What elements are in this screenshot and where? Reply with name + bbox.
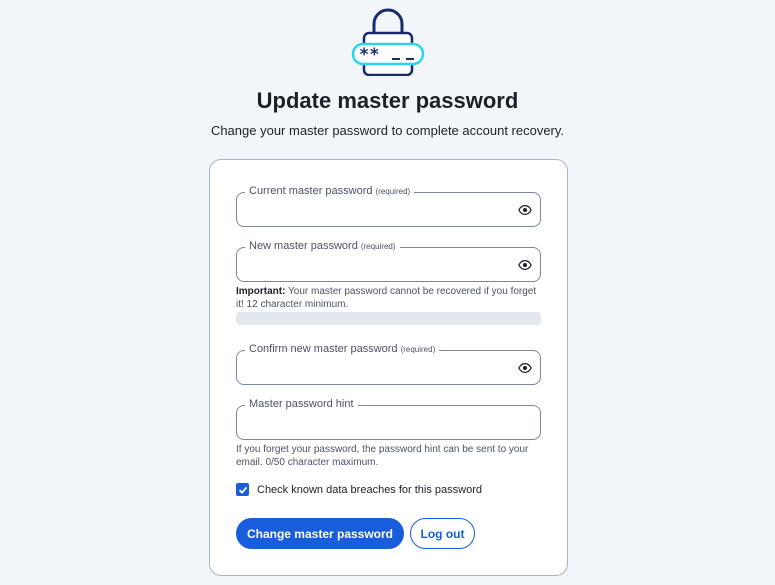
eye-icon[interactable]: [518, 361, 532, 375]
log-out-button[interactable]: Log out: [410, 518, 475, 549]
new-password-input[interactable]: New master password (required): [236, 239, 541, 282]
update-password-card: Current master password (required) New ma…: [209, 159, 568, 576]
password-requirement-text: Important: Your master password cannot b…: [236, 286, 541, 311]
new-password-label: New master password: [249, 240, 358, 252]
current-password-field: Current master password (required): [236, 184, 541, 227]
breach-check-checkbox[interactable]: [236, 483, 249, 496]
confirm-password-input[interactable]: Confirm new master password (required): [236, 342, 541, 385]
page-subtitle: Change your master password to complete …: [210, 123, 565, 138]
breach-check-label: Check known data breaches for this passw…: [257, 483, 483, 496]
lock-password-icon: **: [351, 8, 425, 76]
new-password-field: New master password (required) Important:…: [236, 239, 541, 311]
password-hint-label: Master password hint: [245, 397, 358, 411]
required-tag: (required): [375, 187, 411, 196]
current-password-label: Current master password: [249, 185, 373, 197]
breach-check-row: Check known data breaches for this passw…: [236, 483, 482, 496]
important-label: Important:: [236, 286, 286, 297]
svg-text:**: **: [359, 45, 379, 65]
confirm-password-field: Confirm new master password (required): [236, 342, 541, 385]
password-hint-field: Master password hint If you forget your …: [236, 397, 541, 469]
password-hint-input[interactable]: Master password hint: [236, 397, 541, 440]
eye-icon[interactable]: [518, 258, 532, 272]
change-master-password-button[interactable]: Change master password: [236, 518, 404, 549]
required-tag: (required): [360, 242, 396, 251]
checkmark-icon: [238, 486, 247, 494]
password-hint-help: If you forget your password, the passwor…: [236, 444, 529, 468]
confirm-password-label: Confirm new master password: [249, 343, 398, 355]
current-password-input[interactable]: Current master password (required): [236, 184, 541, 227]
eye-icon[interactable]: [518, 203, 532, 217]
page-title: Update master password: [256, 88, 519, 113]
password-strength-bar: [236, 312, 541, 325]
required-tag: (required): [400, 345, 436, 354]
